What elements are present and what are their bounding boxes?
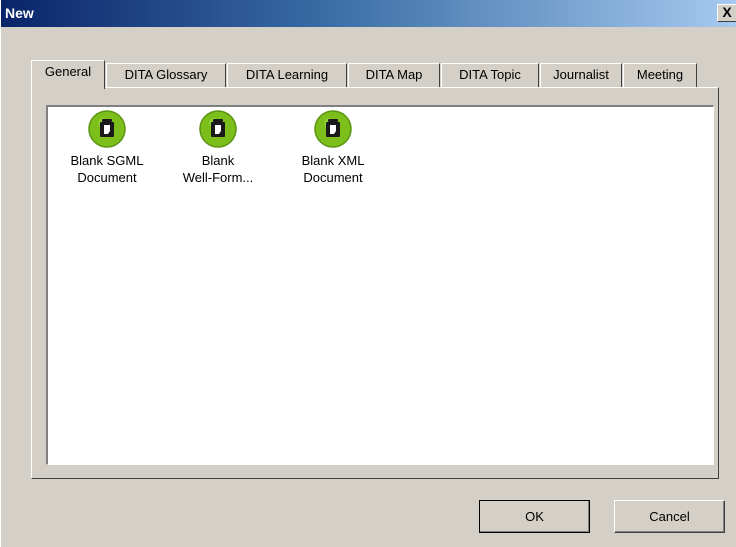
template-label-line1: Blank SGML: [70, 153, 144, 168]
tab-label: Meeting: [636, 67, 684, 82]
tab-label: DITA Learning: [245, 67, 329, 82]
template-label-line2: Document: [303, 170, 363, 185]
title-bar[interactable]: New X: [1, 0, 736, 27]
tab-panel-general: Blank SGML Document Blank Well-Form... B…: [31, 87, 719, 479]
tab-dita-map[interactable]: DITA Map: [348, 63, 440, 87]
tab-label: DITA Topic: [459, 67, 521, 82]
close-icon: X: [722, 4, 732, 20]
tab-journalist[interactable]: Journalist: [540, 63, 622, 87]
document-template-icon: [314, 110, 352, 148]
tab-dita-topic[interactable]: DITA Topic: [441, 63, 539, 87]
ok-button[interactable]: OK: [479, 500, 590, 533]
template-label-line2: Document: [77, 170, 137, 185]
close-button[interactable]: X: [717, 4, 736, 22]
window-title: New: [5, 5, 34, 21]
tab-dita-learning[interactable]: DITA Learning: [227, 63, 347, 87]
template-list[interactable]: Blank SGML Document Blank Well-Form... B…: [46, 105, 714, 465]
tab-general[interactable]: General: [31, 60, 105, 89]
document-template-icon: [88, 110, 126, 148]
new-dialog: New X General DITA Glossary DITA Learnin…: [0, 0, 736, 547]
template-item-blank-well-formed[interactable]: Blank Well-Form...: [163, 109, 273, 186]
template-label-line1: Blank: [201, 153, 235, 168]
tab-meeting[interactable]: Meeting: [623, 63, 697, 87]
tab-label: General: [44, 64, 92, 79]
document-template-icon: [199, 110, 237, 148]
template-item-blank-sgml[interactable]: Blank SGML Document: [52, 109, 162, 186]
tab-label: DITA Map: [365, 67, 423, 82]
template-item-blank-xml[interactable]: Blank XML Document: [278, 109, 388, 186]
tab-label: Journalist: [553, 67, 609, 82]
template-label-line2: Well-Form...: [182, 170, 254, 185]
tab-label: DITA Glossary: [124, 67, 208, 82]
tab-dita-glossary[interactable]: DITA Glossary: [106, 63, 226, 87]
cancel-button[interactable]: Cancel: [614, 500, 725, 533]
template-label-line1: Blank XML: [301, 153, 365, 168]
